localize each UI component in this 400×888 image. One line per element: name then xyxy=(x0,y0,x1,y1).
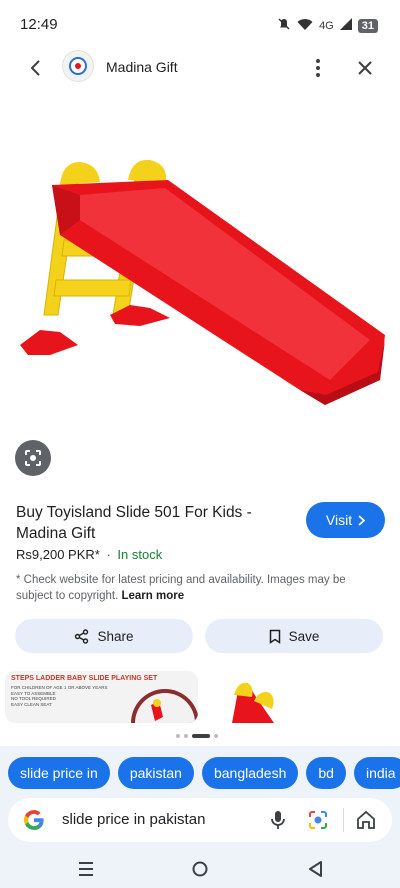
visit-button[interactable]: Visit xyxy=(306,502,385,538)
search-bar[interactable]: slide price in pakistan xyxy=(8,798,392,842)
visit-label: Visit xyxy=(325,512,353,528)
suggestion-chips: slide price in pakistan bangladesh bd in… xyxy=(8,757,400,789)
site-logo xyxy=(62,50,94,82)
product-title[interactable]: Buy Toyisland Slide 501 For Kids - Madin… xyxy=(16,502,286,544)
save-label: Save xyxy=(288,628,320,644)
status-bar: 12:49 4G 31 xyxy=(0,0,400,50)
status-icons: 4G 31 xyxy=(277,17,378,34)
price: Rs9,200 PKR* xyxy=(16,547,100,562)
close-icon xyxy=(358,61,372,75)
related-card-caption: STEPS LADDER BABY SLIDE PLAYING SET xyxy=(11,675,158,682)
related-image-card[interactable] xyxy=(204,671,396,723)
battery-icon: 31 xyxy=(357,18,378,33)
learn-more-link[interactable]: Learn more xyxy=(121,590,184,602)
home-icon[interactable] xyxy=(354,808,378,832)
system-nav-bar xyxy=(0,848,400,888)
share-icon xyxy=(75,628,89,644)
related-image-card[interactable]: STEPS LADDER BABY SLIDE PLAYING SET FOR … xyxy=(5,671,198,723)
lens-search-button[interactable] xyxy=(15,440,51,476)
suggestion-chip[interactable]: bangladesh xyxy=(201,757,299,789)
divider xyxy=(343,808,344,832)
price-row: Rs9,200 PKR* · In stock xyxy=(16,547,162,562)
suggestion-chip[interactable]: bd xyxy=(306,757,346,789)
lens-icon[interactable] xyxy=(306,808,330,832)
back-button[interactable] xyxy=(22,55,48,81)
signal-icon xyxy=(339,18,352,33)
home-nav-icon[interactable] xyxy=(190,860,210,878)
pager-dot xyxy=(176,734,180,738)
pager-dot-active xyxy=(192,734,210,738)
suggestion-chip[interactable]: india xyxy=(353,757,400,789)
carousel-pager xyxy=(176,734,218,738)
share-button[interactable]: Share xyxy=(15,619,193,653)
status-time: 12:49 xyxy=(20,16,58,33)
chevron-right-icon xyxy=(358,514,366,526)
related-images: STEPS LADDER BABY SLIDE PLAYING SET FOR … xyxy=(0,671,400,723)
search-query[interactable]: slide price in pakistan xyxy=(62,811,205,828)
stock-status: In stock xyxy=(117,547,163,562)
pager-dot xyxy=(184,734,188,738)
share-label: Share xyxy=(97,628,134,644)
mute-icon xyxy=(277,17,291,34)
disclaimer: * Check website for latest pricing and a… xyxy=(16,572,366,604)
product-image[interactable] xyxy=(0,140,400,420)
bookmark-icon xyxy=(269,629,280,644)
recents-icon[interactable] xyxy=(76,860,96,878)
suggestion-chip[interactable]: slide price in xyxy=(8,757,110,789)
separator-dot: · xyxy=(106,547,111,562)
network-label: 4G xyxy=(319,19,334,32)
close-button[interactable] xyxy=(352,55,378,81)
back-nav-icon[interactable] xyxy=(306,860,326,878)
mic-icon[interactable] xyxy=(266,808,290,832)
pager-dot xyxy=(214,734,218,738)
lens-icon xyxy=(25,450,41,466)
top-app-bar: Madina Gift xyxy=(0,46,400,90)
more-vert-icon xyxy=(316,59,320,77)
suggestion-chip[interactable]: pakistan xyxy=(117,757,194,789)
google-logo-icon xyxy=(23,810,44,830)
wifi-icon xyxy=(297,18,313,34)
save-button[interactable]: Save xyxy=(205,619,383,653)
site-name: Madina Gift xyxy=(106,59,178,75)
more-options-button[interactable] xyxy=(306,55,330,81)
back-arrow-icon xyxy=(30,60,40,76)
related-card-sub: FOR CHILDREN OF AGE 1 OR ABOVE YEARS EAS… xyxy=(11,685,108,707)
